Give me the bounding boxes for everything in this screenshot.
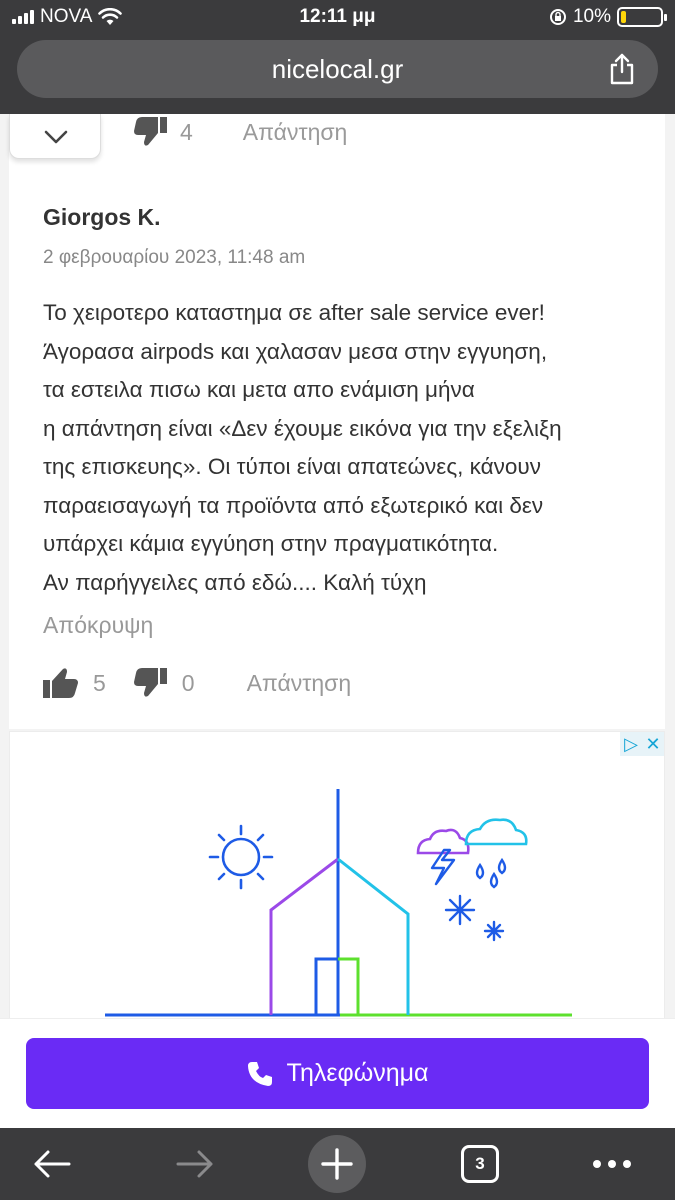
dislike-count: 4 [180, 118, 193, 145]
hide-link[interactable]: Απόκρυψη [43, 612, 153, 639]
thumbs-up-icon[interactable] [43, 668, 79, 698]
review-line: παραεισαγωγή τα προϊόντα από εξωτερικό κ… [43, 492, 544, 518]
sun-icon [208, 824, 274, 890]
tab-count: 3 [461, 1145, 499, 1183]
cloud-icon [416, 818, 528, 855]
raindrop-icon [475, 857, 507, 889]
previous-review-votes: 4 Απάντηση [134, 117, 347, 147]
review-card: 4 Απάντηση Giorgos K. 2 φεβρουαρίου 2023… [9, 114, 665, 729]
phone-icon [247, 1061, 272, 1086]
review-votes: 5 0 Απάντηση [43, 668, 351, 698]
dislike-count: 0 [181, 669, 195, 696]
back-button[interactable] [26, 1128, 78, 1200]
new-tab-button[interactable] [308, 1128, 366, 1200]
menu-button[interactable] [588, 1128, 636, 1200]
review-author: Giorgos K. [43, 204, 161, 230]
browser-toolbar: 3 [0, 1128, 675, 1200]
review-date: 2 φεβρουαρίου 2023, 11:48 am [43, 247, 306, 268]
thumbs-down-icon[interactable] [133, 668, 168, 698]
page-content: 4 Απάντηση Giorgos K. 2 φεβρουαρίου 2023… [0, 114, 675, 1018]
more-dots-icon [593, 1160, 631, 1168]
chevron-down-icon [44, 130, 68, 144]
address-bar[interactable]: nicelocal.gr [17, 40, 658, 98]
reply-link[interactable]: Απάντηση [247, 670, 352, 697]
review-line: της επισκευης». Οι τύποι είναι απατεώνες… [43, 454, 541, 479]
review-line: η απάντηση είναι «Δεν έχουμε εικόνα για … [43, 415, 562, 441]
close-icon[interactable]: ✕ [642, 732, 664, 756]
weather-house-illustration [105, 789, 572, 1017]
review-line: Αν παρήγγειλες από εδώ.... Καλή τύχη [43, 569, 427, 595]
share-icon[interactable] [608, 53, 636, 85]
review-line: Το χειροτερο καταστημα σε after sale ser… [43, 300, 545, 325]
battery-percent: 10% [572, 6, 611, 27]
call-button[interactable]: Τηλεφώνημα [26, 1038, 649, 1109]
back-arrow-icon [34, 1150, 71, 1178]
review-line: υπάρχει κάμια εγγύηση στην πραγματικότητ… [43, 531, 499, 556]
battery-icon [617, 7, 667, 27]
url-text: nicelocal.gr [271, 54, 404, 84]
tabs-button[interactable]: 3 [460, 1128, 500, 1200]
thumbs-down-icon[interactable] [134, 117, 168, 147]
lightning-icon [430, 848, 456, 886]
forward-arrow-icon [176, 1150, 213, 1178]
snowflake-icon [444, 894, 505, 942]
call-button-label: Τηλεφώνημα [286, 1059, 429, 1087]
status-bar: NOVA 12:11 μμ 10% [0, 0, 675, 34]
call-bar: Τηλεφώνημα [0, 1018, 675, 1128]
ad-info-icon[interactable]: ▷ [620, 732, 642, 756]
ad-choices[interactable]: ▷ ✕ [620, 732, 664, 756]
review-line: τα εστειλα πισω και μετα απο ενάμιση μήν… [43, 377, 475, 402]
review-text: Το χειροτερο καταστημα σε after sale ser… [43, 294, 643, 602]
like-count: 5 [93, 669, 106, 696]
plus-icon [308, 1135, 366, 1193]
collapse-toggle[interactable] [9, 114, 101, 159]
forward-button[interactable] [169, 1128, 221, 1200]
reply-link[interactable]: Απάντηση [243, 119, 348, 146]
advertisement[interactable]: ▷ ✕ [9, 731, 665, 1018]
review-line: Άγορασα airpods και χαλασαν μεσα στην εγ… [43, 338, 548, 364]
browser-chrome-top: NOVA 12:11 μμ 10% nicelocal.gr [0, 0, 675, 114]
rotation-lock-icon [549, 9, 566, 25]
